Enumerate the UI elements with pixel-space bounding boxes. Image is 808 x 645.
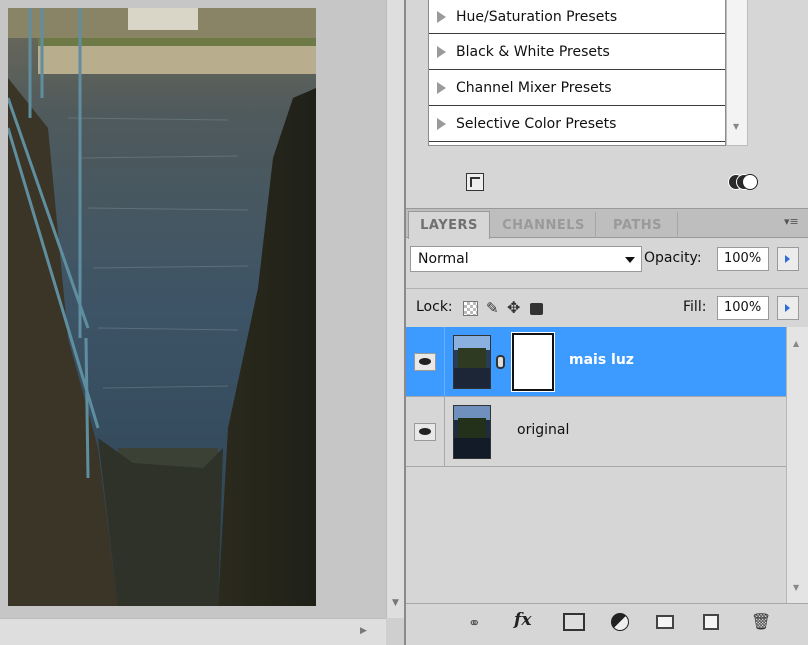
tab-layers[interactable]: LAYERS [408, 211, 490, 239]
document-canvas-area[interactable] [0, 0, 386, 645]
visibility-eye-icon[interactable] [414, 423, 436, 441]
layer-row-original[interactable]: original [406, 397, 786, 467]
scroll-down-arrow-icon[interactable]: ▼ [392, 598, 399, 608]
thumbnail-image [454, 406, 490, 458]
preset-channel-mixer[interactable]: Channel Mixer Presets [429, 70, 725, 106]
expand-triangle-icon[interactable] [437, 81, 446, 94]
fx-icon[interactable]: fx [514, 610, 531, 634]
scroll-down-arrow-icon[interactable]: ▼ [733, 122, 739, 131]
layer-row-separator [444, 397, 445, 467]
opacity-field[interactable]: 100% [717, 247, 769, 271]
panel-menu-icon[interactable]: ▾≡ [784, 215, 799, 228]
preset-hue-saturation[interactable]: Hue/Saturation Presets [429, 0, 725, 34]
lock-all-padlock-icon[interactable] [530, 303, 543, 315]
scroll-right-arrow-icon[interactable]: ▶ [360, 626, 367, 636]
lock-position-move-icon[interactable]: ✥ [507, 298, 520, 317]
layers-scrollbar[interactable]: ▲ ▼ [786, 327, 808, 603]
expand-triangle-icon[interactable] [437, 45, 446, 58]
opacity-label: Opacity: [644, 250, 702, 266]
blend-options-row: Normal Opacity: 100% [406, 240, 808, 278]
blend-mode-value: Normal [418, 251, 469, 267]
tab-paths[interactable]: PATHS [598, 212, 678, 238]
preset-label: Black & White Presets [456, 43, 610, 60]
layer-thumbnail[interactable] [453, 335, 491, 389]
blend-mode-dropdown[interactable]: Normal [410, 246, 642, 272]
canvas-horizontal-scrollbar[interactable]: ▶ [0, 618, 386, 645]
fill-label: Fill: [683, 299, 707, 315]
adjustment-presets-list: Hue/Saturation Presets Black & White Pre… [428, 0, 726, 146]
clip-to-layer-icon[interactable] [728, 174, 758, 192]
layer-name[interactable]: original [517, 422, 569, 438]
lock-row: Lock: ✎ ✥ Fill: 100% [406, 288, 808, 326]
thumbnail-image [454, 336, 490, 388]
layer-thumbnail[interactable] [453, 405, 491, 459]
expand-triangle-icon[interactable] [437, 117, 446, 130]
return-to-list-icon[interactable] [466, 173, 484, 191]
canvas-vertical-scrollbar[interactable]: ▼ [386, 0, 406, 618]
preset-black-white[interactable]: Black & White Presets [429, 34, 725, 70]
adjustments-footer [406, 168, 808, 208]
fill-slider-button[interactable] [777, 296, 799, 320]
lock-transparency-icon[interactable] [463, 301, 478, 316]
layer-row-separator [444, 327, 445, 397]
scroll-down-arrow-icon[interactable]: ▼ [793, 583, 799, 592]
document-image[interactable] [8, 8, 316, 606]
layers-list: mais luz original [406, 327, 786, 603]
preset-selective-color[interactable]: Selective Color Presets [429, 106, 725, 142]
right-panel-dock: Hue/Saturation Presets Black & White Pre… [406, 0, 808, 645]
preset-label: Channel Mixer Presets [456, 79, 612, 96]
layer-row-mais-luz[interactable]: mais luz [406, 327, 786, 397]
visibility-eye-icon[interactable] [414, 353, 436, 371]
fill-field[interactable]: 100% [717, 296, 769, 320]
chevron-down-icon [625, 257, 635, 263]
scroll-up-arrow-icon[interactable]: ▲ [793, 339, 799, 348]
expand-triangle-icon[interactable] [437, 10, 446, 23]
link-layers-icon[interactable]: ⚭ [468, 614, 481, 638]
opacity-slider-button[interactable] [777, 247, 799, 271]
layers-panel-tabbar: LAYERS CHANNELS PATHS ▾≡ [406, 208, 808, 239]
presets-scrollbar[interactable]: ▼ [726, 0, 748, 146]
layer-mask-thumbnail[interactable] [511, 332, 555, 392]
add-mask-icon[interactable] [563, 613, 585, 631]
lock-label: Lock: [416, 299, 453, 315]
mask-link-chain-icon[interactable] [496, 355, 505, 369]
layer-name[interactable]: mais luz [569, 352, 634, 368]
preset-label: Hue/Saturation Presets [456, 8, 618, 25]
photo-river-scene [8, 8, 316, 606]
new-group-icon[interactable] [656, 615, 674, 629]
photoshop-window: ▼ ▶ Hue/Saturation Presets Black & White… [0, 0, 808, 645]
trash-icon[interactable]: 🗑 [751, 612, 771, 636]
layers-panel-footer: ⚭ fx 🗑 [406, 603, 808, 645]
new-layer-icon[interactable] [703, 614, 719, 630]
adjustment-layer-icon[interactable] [611, 613, 629, 631]
preset-label: Selective Color Presets [456, 115, 617, 132]
tab-channels[interactable]: CHANNELS [492, 212, 596, 238]
lock-pixels-brush-icon[interactable]: ✎ [486, 299, 499, 317]
